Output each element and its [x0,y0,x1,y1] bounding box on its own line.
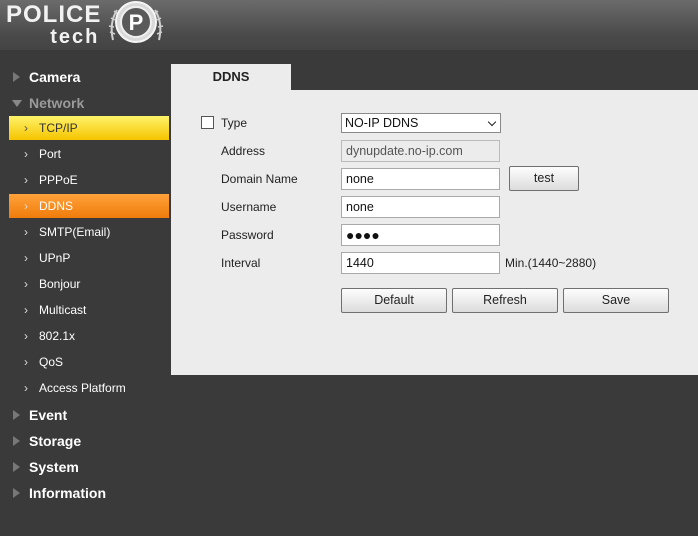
nav-ddns[interactable]: › DDNS [9,194,169,218]
refresh-button[interactable]: Refresh [452,288,558,313]
chevron-right-icon: › [24,355,28,369]
address-field: dynupdate.no-ip.com [341,140,500,162]
nav-network[interactable]: Network [0,92,171,114]
username-field[interactable]: none [341,196,500,218]
type-select[interactable]: NO-IP DDNS [341,113,501,133]
nav-bonjour[interactable]: › Bonjour [9,272,169,296]
chevron-right-icon: › [24,225,28,239]
chevron-right-icon: › [24,277,28,291]
collapsed-triangle-icon [13,410,20,420]
nav-upnp[interactable]: › UPnP [9,246,169,270]
police-seal-icon: P [108,1,164,43]
nav-access-platform-label: Access Platform [39,381,126,395]
nav-multicast[interactable]: › Multicast [9,298,169,322]
password-field[interactable]: ●●●● [341,224,500,246]
tab-ddns[interactable]: DDNS [171,64,291,90]
test-button[interactable]: test [509,166,579,191]
domain-name-label: Domain Name [221,172,298,186]
header: POLICE tech P [0,0,698,50]
brand-logo-text: POLICE tech [6,1,102,48]
collapsed-triangle-icon [13,462,20,472]
type-select-value: NO-IP DDNS [345,116,419,130]
username-label: Username [221,200,277,214]
nav-tcpip[interactable]: › TCP/IP [9,116,169,140]
svg-text:P: P [129,10,144,35]
enable-checkbox[interactable] [201,116,214,129]
nav-storage[interactable]: Storage [0,430,171,452]
nav-event[interactable]: Event [0,404,171,426]
nav-information[interactable]: Information [0,482,171,504]
interval-field[interactable]: 1440 [341,252,500,274]
nav-port-label: Port [39,147,62,161]
collapsed-triangle-icon [13,488,20,498]
chevron-right-icon: › [24,147,28,161]
nav-system[interactable]: System [0,456,171,478]
interval-range-hint: Min.(1440~2880) [505,256,597,270]
nav-storage-label: Storage [29,433,82,449]
type-label: Type [221,116,248,130]
nav-port[interactable]: › Port [9,142,169,166]
nav-multicast-label: Multicast [39,303,87,317]
nav-qos[interactable]: › QoS [9,350,169,374]
nav-qos-label: QoS [39,355,64,369]
chevron-right-icon: › [24,329,28,343]
nav-smtp-label: SMTP(Email) [39,225,111,239]
chevron-right-icon: › [24,303,28,317]
chevron-right-icon: › [24,199,28,213]
chevron-down-icon [487,117,497,127]
nav-camera-label: Camera [29,69,81,85]
address-label: Address [221,144,266,158]
nav-upnp-label: UPnP [39,251,71,265]
brand-line2: tech [50,26,100,48]
save-button[interactable]: Save [563,288,669,313]
nav-pppoe[interactable]: › PPPoE [9,168,169,192]
nav-smtp[interactable]: › SMTP(Email) [9,220,169,244]
chevron-right-icon: › [24,121,28,135]
password-label: Password [221,228,274,242]
collapsed-triangle-icon [13,436,20,446]
expanded-triangle-icon [12,100,22,107]
chevron-right-icon: › [24,173,28,187]
chevron-right-icon: › [24,251,28,265]
nav-pppoe-label: PPPoE [39,173,78,187]
collapsed-triangle-icon [13,72,20,82]
nav-8021x[interactable]: › 802.1x [9,324,169,348]
nav-camera[interactable]: Camera [0,66,171,88]
nav-system-label: System [29,459,79,475]
nav-tcpip-label: TCP/IP [39,121,78,135]
nav-ddns-label: DDNS [39,199,74,213]
chevron-right-icon: › [24,381,28,395]
brand-line1: POLICE [6,1,102,28]
default-button[interactable]: Default [341,288,447,313]
nav-access-platform[interactable]: › Access Platform [9,376,169,400]
nav-information-label: Information [29,485,106,501]
nav-event-label: Event [29,407,68,423]
nav-8021x-label: 802.1x [39,329,76,343]
domain-name-field[interactable]: none [341,168,500,190]
nav-bonjour-label: Bonjour [39,277,81,291]
nav-network-label: Network [29,95,85,111]
interval-label: Interval [221,256,261,270]
